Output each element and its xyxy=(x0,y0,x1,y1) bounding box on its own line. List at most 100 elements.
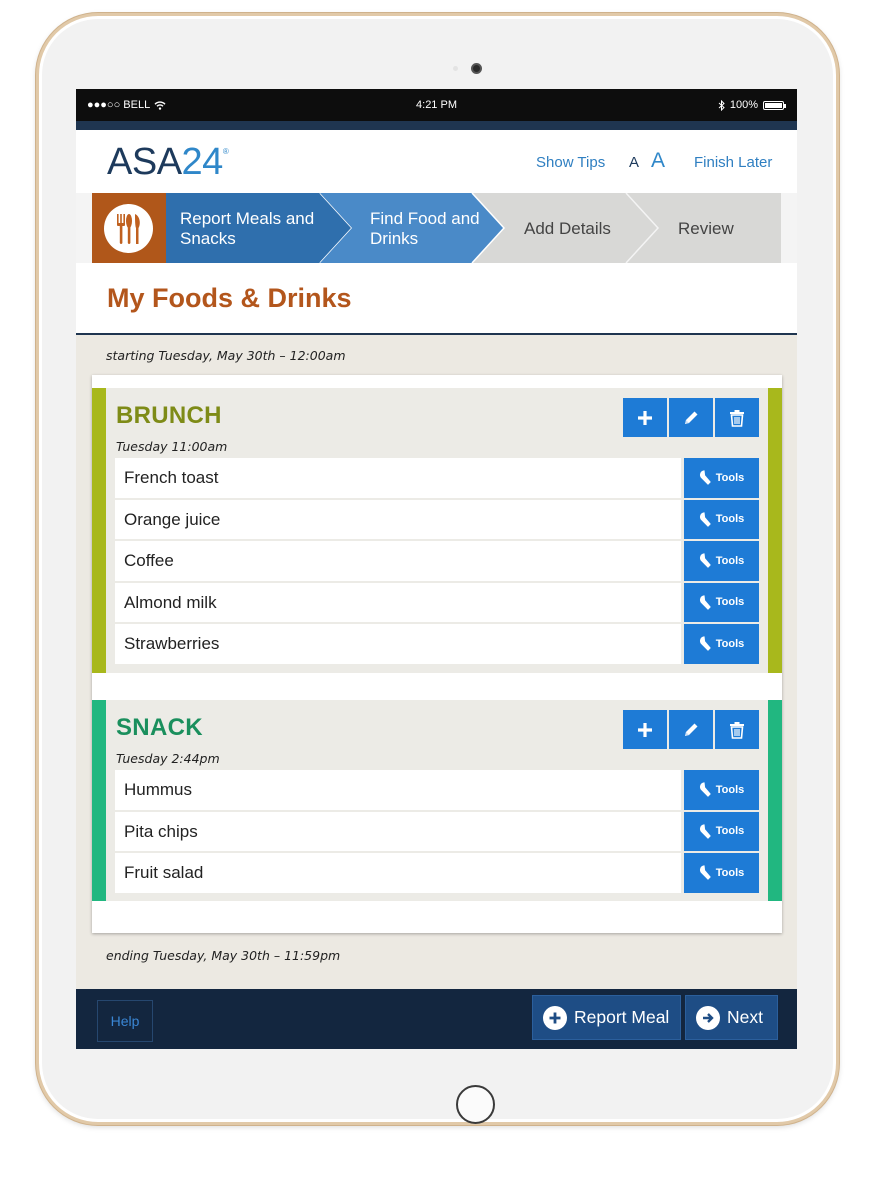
food-row: Orange juice Tools xyxy=(115,499,759,541)
tools-button[interactable]: Tools xyxy=(684,499,759,539)
header-strip xyxy=(76,121,797,130)
next-button[interactable]: Next xyxy=(685,995,778,1040)
food-name[interactable]: French toast xyxy=(115,458,681,498)
food-row: Hummus Tools xyxy=(115,770,759,812)
food-name[interactable]: Almond milk xyxy=(115,582,681,622)
food-name[interactable]: Fruit salad xyxy=(115,853,681,893)
food-name[interactable]: Strawberries xyxy=(115,624,681,664)
food-list: Hummus Tools Pita chips Tools Fruit sala… xyxy=(115,770,759,895)
wrench-icon xyxy=(699,782,711,798)
edit-meal-button[interactable] xyxy=(669,710,713,749)
status-time: 4:21 PM xyxy=(416,99,457,111)
meal-brunch: BRUNCH Tuesday 11:00am French toast Tool… xyxy=(92,388,782,673)
tools-button[interactable]: Tools xyxy=(684,770,759,810)
arrow-right-circle-icon xyxy=(696,1005,720,1030)
app-header: ASA24® Show Tips A A Finish Later xyxy=(76,130,797,193)
plus-circle-icon xyxy=(543,1005,567,1030)
progress-steps: Report Meals and Snacks Find Food and Dr… xyxy=(76,193,797,263)
pencil-icon xyxy=(685,723,698,736)
screen: ●●●○○ BELL 4:21 PM 100% ASA24® Show Tips… xyxy=(76,89,797,1049)
food-name[interactable]: Pita chips xyxy=(115,811,681,851)
logo-registered-mark: ® xyxy=(222,147,229,156)
asa24-logo: ASA24® xyxy=(107,141,229,184)
battery-level xyxy=(765,102,782,108)
help-button[interactable]: Help xyxy=(97,1000,153,1042)
font-size-small-button[interactable]: A xyxy=(629,154,639,171)
next-label: Next xyxy=(727,1007,763,1027)
range-start-label: starting Tuesday, May 30th – 12:00am xyxy=(106,348,346,363)
wrench-icon xyxy=(699,553,711,569)
trash-icon xyxy=(730,409,744,427)
food-row: French toast Tools xyxy=(115,458,759,500)
battery-percent: 100% xyxy=(729,99,758,111)
tools-label: Tools xyxy=(715,866,745,879)
food-name[interactable]: Hummus xyxy=(115,770,681,810)
tools-button[interactable]: Tools xyxy=(684,624,759,664)
meal-time: Tuesday 11:00am xyxy=(116,439,228,454)
food-row: Coffee Tools xyxy=(115,541,759,583)
tools-label: Tools xyxy=(715,783,745,796)
title-bar: My Foods & Drinks xyxy=(76,263,797,335)
meal-name: SNACK xyxy=(116,714,203,741)
add-food-button[interactable] xyxy=(623,398,667,437)
tools-label: Tools xyxy=(715,471,745,484)
wrench-icon xyxy=(699,865,711,881)
meal-actions xyxy=(623,398,759,437)
logo-number: 24 xyxy=(181,141,224,183)
step-add-details[interactable]: Add Details xyxy=(524,219,611,239)
range-end-label: ending Tuesday, May 30th – 11:59pm xyxy=(106,948,341,963)
tools-label: Tools xyxy=(715,596,745,609)
meal-actions xyxy=(623,710,759,749)
step-review[interactable]: Review xyxy=(678,219,734,239)
wrench-icon xyxy=(699,470,711,486)
trash-icon xyxy=(730,721,744,739)
pencil-icon xyxy=(685,411,698,424)
food-list: French toast Tools Orange juice Tools Co… xyxy=(115,458,759,666)
finish-later-link[interactable]: Finish Later xyxy=(694,154,772,171)
show-tips-link[interactable]: Show Tips xyxy=(536,154,605,171)
edit-meal-button[interactable] xyxy=(669,398,713,437)
food-row: Almond milk Tools xyxy=(115,582,759,624)
tools-button[interactable]: Tools xyxy=(684,582,759,622)
tools-button[interactable]: Tools xyxy=(684,853,759,893)
meal-time: Tuesday 2:44pm xyxy=(116,751,220,766)
report-meal-button[interactable]: Report Meal xyxy=(532,995,681,1040)
plus-icon xyxy=(638,722,652,737)
food-row: Fruit salad Tools xyxy=(115,853,759,895)
bottom-bar: Help Report Meal Next xyxy=(76,989,797,1049)
wrench-icon xyxy=(699,512,711,527)
status-bar: ●●●○○ BELL 4:21 PM 100% xyxy=(76,89,797,121)
tools-button[interactable]: Tools xyxy=(684,541,759,581)
step-report-meals[interactable]: Report Meals and Snacks xyxy=(180,209,330,249)
tools-label: Tools xyxy=(715,825,745,838)
tools-button[interactable]: Tools xyxy=(684,458,759,498)
food-name[interactable]: Orange juice xyxy=(115,499,681,539)
wrench-icon xyxy=(699,636,711,652)
home-button[interactable] xyxy=(456,1085,495,1124)
tools-label: Tools xyxy=(715,513,745,526)
tools-label: Tools xyxy=(715,554,745,567)
tools-label: Tools xyxy=(715,637,745,650)
bluetooth-icon xyxy=(718,99,725,111)
wrench-icon xyxy=(699,824,711,839)
delete-meal-button[interactable] xyxy=(715,710,759,749)
meals-card: BRUNCH Tuesday 11:00am French toast Tool… xyxy=(92,375,782,933)
utensils-icon xyxy=(104,204,153,253)
wrench-icon xyxy=(699,595,711,610)
logo-text: ASA xyxy=(107,141,182,183)
meal-snack: SNACK Tuesday 2:44pm Hummus Tools Pita c… xyxy=(92,700,782,901)
food-row: Strawberries Tools xyxy=(115,624,759,666)
food-name[interactable]: Coffee xyxy=(115,541,681,581)
add-food-button[interactable] xyxy=(623,710,667,749)
food-row: Pita chips Tools xyxy=(115,811,759,853)
report-meal-label: Report Meal xyxy=(574,1007,670,1027)
page-title: My Foods & Drinks xyxy=(107,283,352,313)
step-find-food[interactable]: Find Food and Drinks xyxy=(370,209,480,249)
meal-name: BRUNCH xyxy=(116,402,222,429)
delete-meal-button[interactable] xyxy=(715,398,759,437)
font-size-large-button[interactable]: A xyxy=(651,149,665,173)
front-camera xyxy=(471,63,482,74)
tools-button[interactable]: Tools xyxy=(684,811,759,851)
battery-icon xyxy=(763,100,786,110)
status-right: 100% xyxy=(718,99,786,111)
